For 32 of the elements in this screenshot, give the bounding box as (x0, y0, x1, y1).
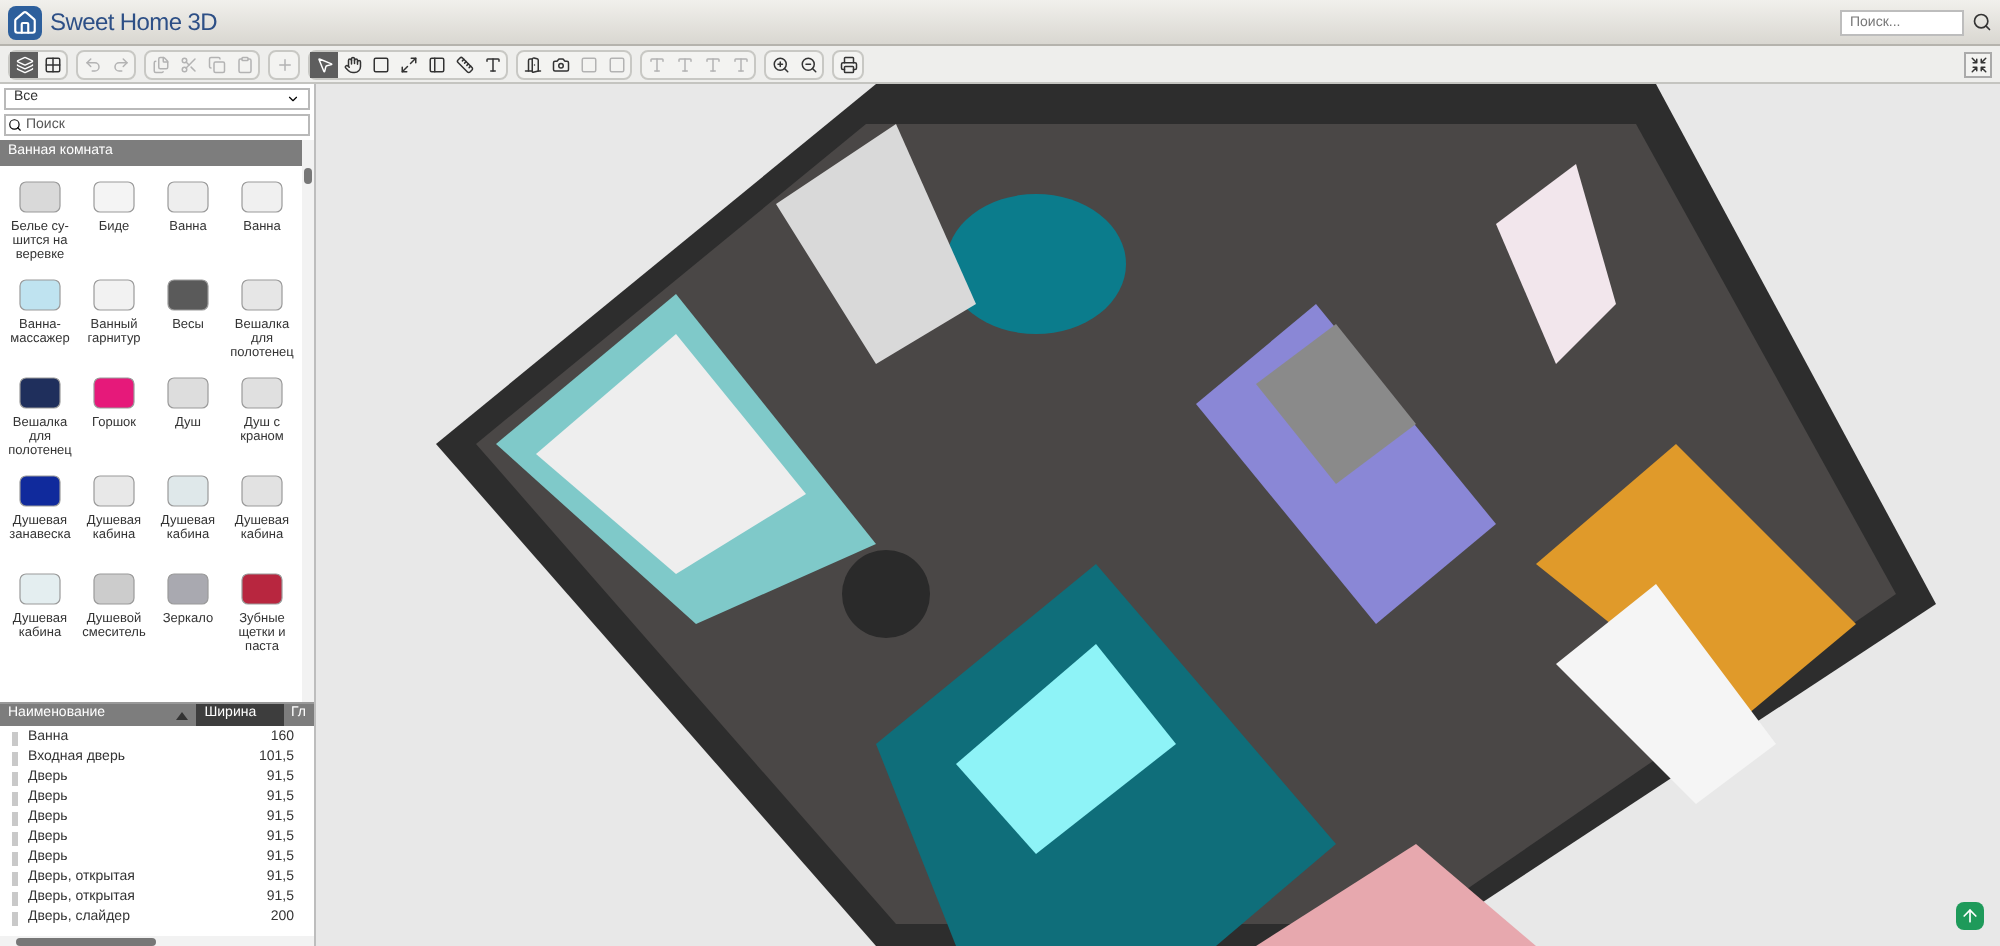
zoom-in-icon (771, 55, 789, 73)
app-title: Sweet Home 3D (50, 6, 217, 40)
up-arrow-icon (1960, 906, 1980, 926)
redo-icon (111, 55, 129, 73)
print-icon (839, 55, 857, 73)
cut-icon (179, 55, 197, 73)
search-icon (8, 118, 22, 132)
zoom-out-icon (799, 55, 817, 73)
catalog-icon (15, 55, 33, 73)
scrollbar[interactable] (302, 140, 314, 702)
navigation-button[interactable] (1956, 902, 1984, 930)
table-icon (43, 55, 61, 73)
pointer-icon (315, 55, 333, 73)
catalog-button[interactable] (10, 51, 38, 77)
door-icon (523, 55, 541, 73)
camera-icon (551, 55, 569, 73)
scrollbar[interactable] (0, 936, 314, 946)
paste-icon (235, 55, 253, 73)
pointer-button[interactable] (310, 51, 338, 77)
undo-icon (83, 55, 101, 73)
duplicate-icon (207, 55, 225, 73)
add-furniture-icon (275, 55, 293, 73)
dimension-icon (455, 55, 473, 73)
chevron-down-icon (286, 92, 300, 106)
hand-icon (343, 55, 361, 73)
text-add-icon (483, 55, 501, 73)
text-size-icon (647, 55, 665, 73)
copy-icon (151, 55, 169, 73)
house-logo-icon (8, 5, 42, 39)
fullscreen-icon (1969, 55, 1987, 73)
search-icon[interactable] (1972, 12, 1992, 32)
fullscreen-button[interactable] (1964, 51, 1992, 77)
